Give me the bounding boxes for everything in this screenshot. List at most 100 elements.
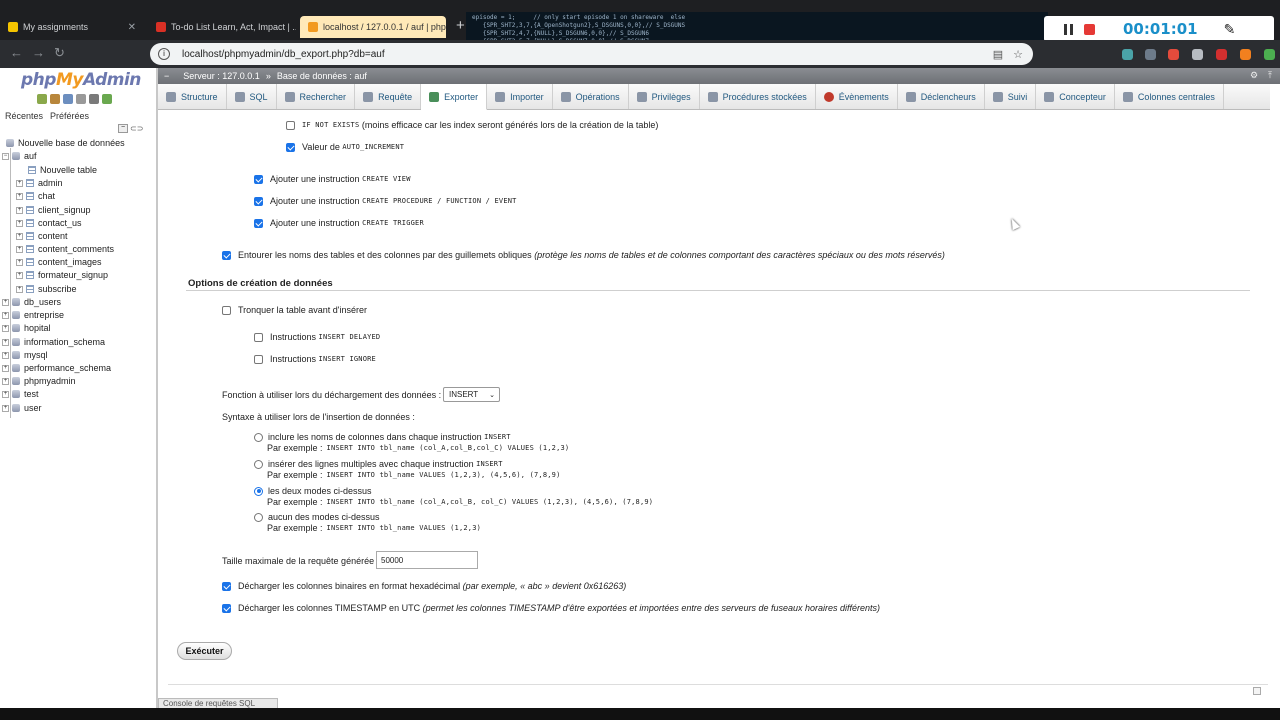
expand-icon[interactable]: + [2, 298, 9, 306]
tab-tracking[interactable]: Suivi [985, 84, 1037, 109]
checkbox[interactable] [254, 332, 263, 342]
syntax-option-both[interactable]: les deux modes ci-dessus [254, 486, 372, 496]
extension-icon[interactable] [1216, 49, 1227, 60]
tree-db-hopital[interactable]: + hopital [2, 323, 51, 333]
extension-icon[interactable] [1145, 49, 1156, 60]
expand-icon[interactable]: + [2, 311, 9, 319]
browser-tab-assignments[interactable]: My assignments ✕ [0, 16, 144, 38]
expand-icon[interactable]: + [16, 206, 23, 214]
checkbox-checked[interactable] [222, 250, 231, 260]
stop-record-icon[interactable] [1084, 23, 1095, 35]
tab-search[interactable]: Rechercher [277, 84, 356, 109]
new-tab-button[interactable]: + [456, 17, 465, 35]
tree-table-content[interactable]: + content [16, 231, 68, 241]
logout-icon[interactable] [50, 94, 60, 104]
reader-mode-icon[interactable]: ▤ [993, 48, 1003, 61]
bookmark-star-icon[interactable]: ☆ [1013, 48, 1023, 61]
expand-icon[interactable]: + [16, 245, 23, 253]
pen-icon[interactable]: ✎ [1224, 21, 1236, 38]
syntax-option-multiple[interactable]: insérer des lignes multiples avec chaque… [254, 459, 503, 469]
tree-new-table[interactable]: Nouvelle table [28, 165, 97, 175]
option-hex-binary[interactable]: Décharger les colonnes binaires en forma… [222, 581, 626, 591]
tab-central-columns[interactable]: Colonnes centrales [1115, 84, 1224, 109]
tree-db-db-users[interactable]: + db_users [2, 297, 61, 307]
tree-db-phpmyadmin[interactable]: + phpmyadmin [2, 376, 76, 386]
option-auto-increment[interactable]: Valeur de AUTO_INCREMENT [286, 142, 404, 152]
option-create-trigger[interactable]: Ajouter une instruction CREATE TRIGGER [254, 218, 424, 228]
expand-icon[interactable]: + [2, 404, 9, 412]
settings-gear-icon[interactable] [89, 94, 99, 104]
expand-icon[interactable]: + [16, 258, 23, 266]
tree-db-mysql[interactable]: + mysql [2, 350, 48, 360]
checkbox-checked[interactable] [222, 581, 231, 591]
tab-events[interactable]: Évènements [816, 84, 898, 109]
sql-console-tab[interactable]: Console de requêtes SQL [158, 698, 278, 708]
extension-icon[interactable] [1192, 49, 1203, 60]
expand-icon[interactable]: + [2, 351, 9, 359]
pause-icon[interactable] [1064, 23, 1067, 35]
function-select[interactable]: INSERT ⌄ [443, 387, 500, 402]
tree-table-content-images[interactable]: + content_images [16, 257, 102, 267]
tree-db-user[interactable]: + user [2, 403, 42, 413]
option-if-not-exists[interactable]: IF NOT EXISTS (moins efficace car les in… [286, 120, 658, 130]
tab-routines[interactable]: Procédures stockées [700, 84, 816, 109]
option-timestamp-utc[interactable]: Décharger les colonnes TIMESTAMP en UTC … [222, 603, 880, 613]
expand-icon[interactable]: + [16, 285, 23, 293]
address-bar[interactable]: i localhost/phpmyadmin/db_export.php?db=… [150, 43, 1033, 65]
expand-icon[interactable]: + [16, 192, 23, 200]
favorite-tables-link[interactable]: Préférées [50, 111, 89, 121]
expand-icon[interactable]: + [16, 219, 23, 227]
option-create-procedure[interactable]: Ajouter une instruction CREATE PROCEDURE… [254, 196, 517, 206]
expand-icon[interactable]: + [16, 179, 23, 187]
checkbox-checked[interactable] [286, 142, 295, 152]
tree-db-test[interactable]: + test [2, 389, 39, 399]
tab-sql[interactable]: SQL [227, 84, 277, 109]
tree-table-client-signup[interactable]: + client_signup [16, 205, 91, 215]
expand-icon[interactable]: + [2, 390, 9, 398]
tab-close-icon[interactable]: ✕ [122, 22, 136, 33]
back-icon[interactable]: ← [10, 46, 23, 60]
syntax-option-columns[interactable]: inclure les noms de colonnes dans chaque… [254, 432, 511, 442]
checkbox-checked[interactable] [254, 218, 263, 228]
forward-icon[interactable]: → [32, 46, 45, 60]
radio[interactable] [254, 432, 263, 442]
extension-icon[interactable] [1240, 49, 1251, 60]
option-truncate[interactable]: Tronquer la table avant d'insérer [222, 305, 367, 315]
site-info-icon[interactable]: i [158, 48, 170, 60]
expand-icon[interactable]: + [2, 364, 9, 372]
checkbox[interactable] [286, 120, 295, 130]
browser-tab-phpmyadmin[interactable]: localhost / 127.0.0.1 / auf | php... ✕ [300, 16, 446, 38]
breadcrumb-collapse-icon[interactable]: − [164, 71, 169, 81]
expand-icon[interactable]: + [2, 338, 9, 346]
browser-tab-todo[interactable]: To-do List Learn, Act, Impact | ... ✕ [148, 16, 296, 38]
home-icon[interactable] [37, 94, 47, 104]
tree-table-chat[interactable]: + chat [16, 191, 55, 201]
expand-icon[interactable]: + [16, 271, 23, 279]
checkbox[interactable] [254, 354, 263, 364]
reload-nav-icon[interactable] [102, 94, 112, 104]
option-insert-delayed[interactable]: Instructions INSERT DELAYED [254, 332, 380, 342]
tab-query[interactable]: Requête [355, 84, 422, 109]
tree-table-admin[interactable]: + admin [16, 178, 63, 188]
tab-export[interactable]: Exporter [421, 84, 488, 110]
checkbox-checked[interactable] [254, 196, 263, 206]
tab-operations[interactable]: Opérations [553, 84, 629, 109]
settings-gear-icon[interactable]: ⚙ [1250, 70, 1258, 81]
max-query-size-input[interactable]: 50000 [376, 551, 478, 569]
phpmyadmin-logo[interactable]: phpMyAdmin [21, 70, 141, 90]
tree-table-contact-us[interactable]: + contact_us [16, 218, 82, 228]
adblock-icon[interactable] [1168, 49, 1179, 60]
radio-selected[interactable] [254, 486, 263, 496]
tree-table-subscribe[interactable]: + subscribe [16, 284, 77, 294]
reload-icon[interactable]: ↻ [54, 46, 65, 60]
option-insert-ignore[interactable]: Instructions INSERT IGNORE [254, 354, 376, 364]
execute-button[interactable]: Exécuter [177, 642, 232, 660]
expand-icon[interactable]: + [2, 377, 9, 385]
radio[interactable] [254, 459, 263, 469]
checkbox-checked[interactable] [222, 603, 231, 613]
help-icon[interactable] [63, 94, 73, 104]
recent-tables-link[interactable]: Récentes [5, 111, 43, 121]
radio[interactable] [254, 512, 263, 522]
option-create-view[interactable]: Ajouter une instruction CREATE VIEW [254, 174, 411, 184]
tree-db-auf[interactable]: − auf [2, 151, 37, 161]
